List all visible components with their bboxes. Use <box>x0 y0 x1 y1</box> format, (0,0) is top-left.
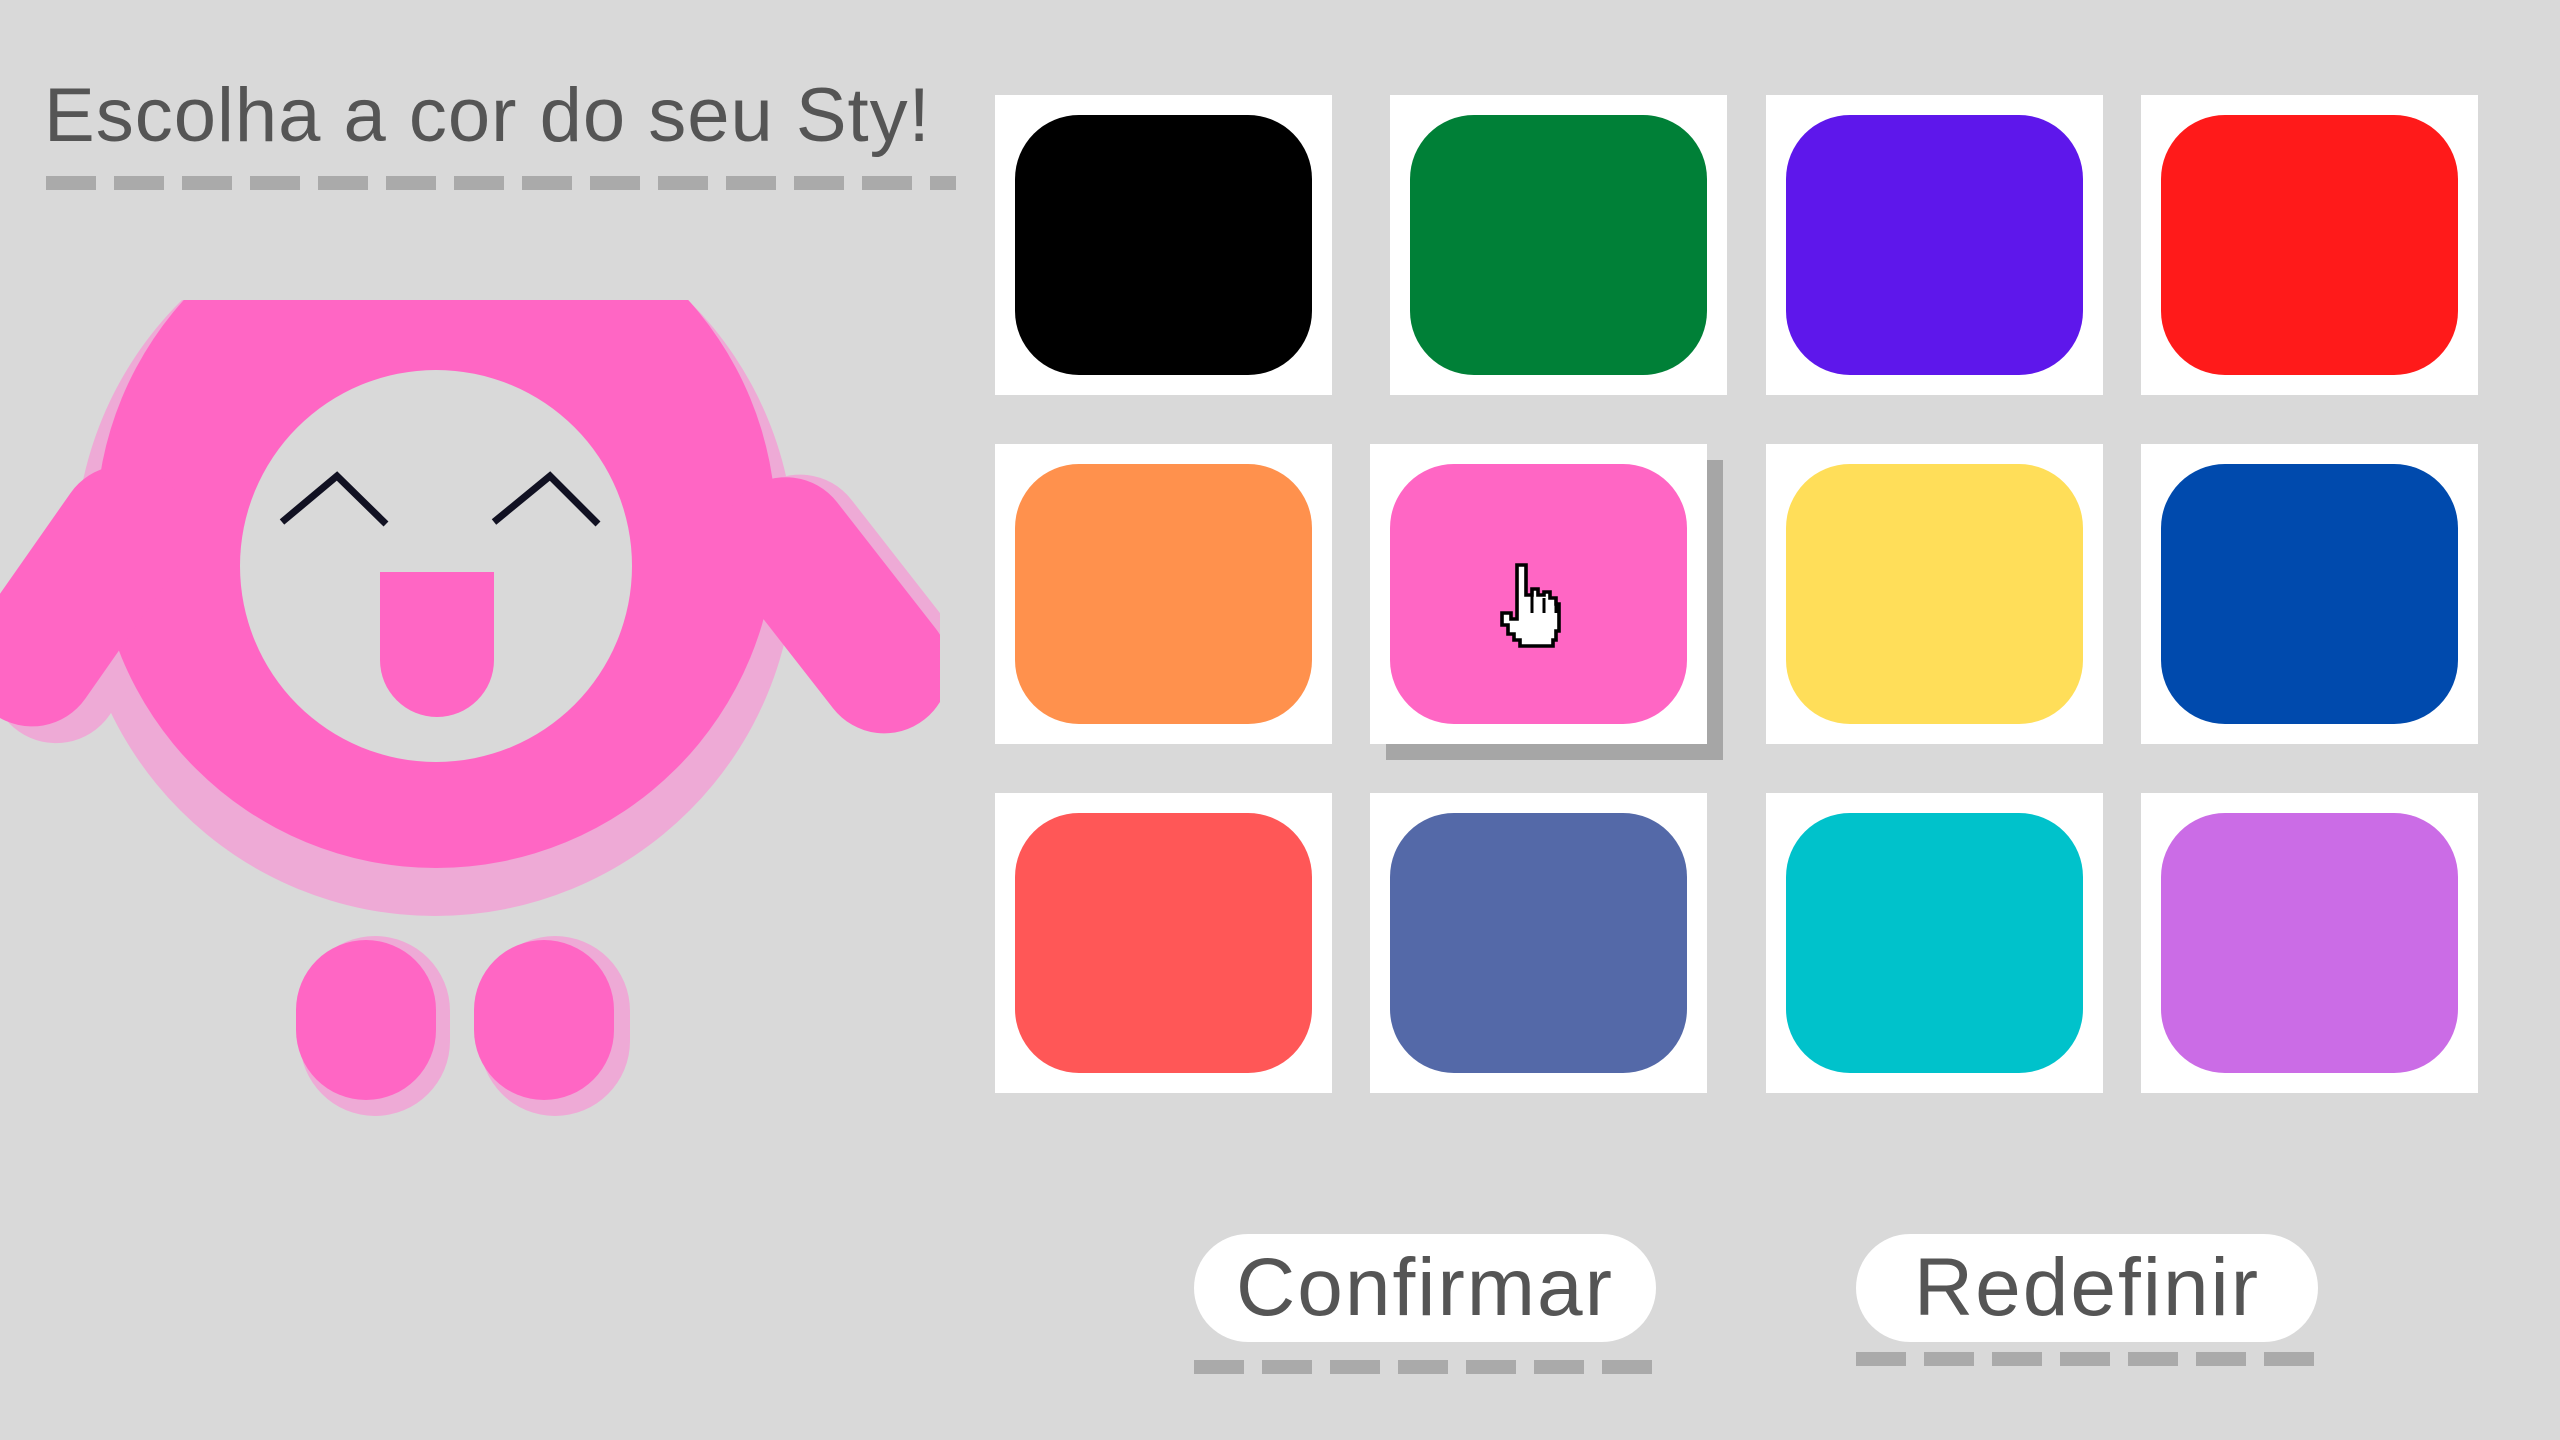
swatch-fill <box>2161 464 2458 724</box>
swatch-fill <box>1015 464 1312 724</box>
reset-button-underline <box>1856 1352 2316 1366</box>
page-title: Escolha a cor do seu Sty! <box>44 73 931 158</box>
swatch-fill <box>1786 115 2083 375</box>
color-swatch-blue[interactable] <box>2141 444 2478 744</box>
color-swatch-purple[interactable] <box>1766 95 2103 395</box>
swatch-fill <box>2161 813 2458 1073</box>
color-swatch-green[interactable] <box>1390 95 1727 395</box>
reset-button[interactable]: Redefinir <box>1856 1234 2318 1342</box>
swatch-fill <box>1015 115 1312 375</box>
confirm-button[interactable]: Confirmar <box>1194 1234 1656 1342</box>
confirm-button-underline <box>1194 1360 1654 1374</box>
character-mouth-tongue <box>380 572 494 717</box>
swatch-fill <box>1786 464 2083 724</box>
color-swatch-orange[interactable] <box>995 444 1332 744</box>
hand-cursor-icon <box>1500 563 1561 648</box>
color-swatch-black[interactable] <box>995 95 1332 395</box>
swatch-fill <box>2161 115 2458 375</box>
sty-character-preview <box>0 300 940 1116</box>
swatch-fill <box>1015 813 1312 1073</box>
color-swatch-coral[interactable] <box>995 793 1332 1093</box>
color-swatch-yellow[interactable] <box>1766 444 2103 744</box>
title-underline <box>46 176 956 190</box>
color-swatch-cyan[interactable] <box>1766 793 2103 1093</box>
swatch-fill <box>1786 813 2083 1073</box>
color-swatch-red[interactable] <box>2141 95 2478 395</box>
swatch-fill <box>1410 115 1707 375</box>
swatch-fill <box>1390 813 1687 1073</box>
color-swatch-slate-blue[interactable] <box>1370 793 1707 1093</box>
color-swatch-lavender[interactable] <box>2141 793 2478 1093</box>
